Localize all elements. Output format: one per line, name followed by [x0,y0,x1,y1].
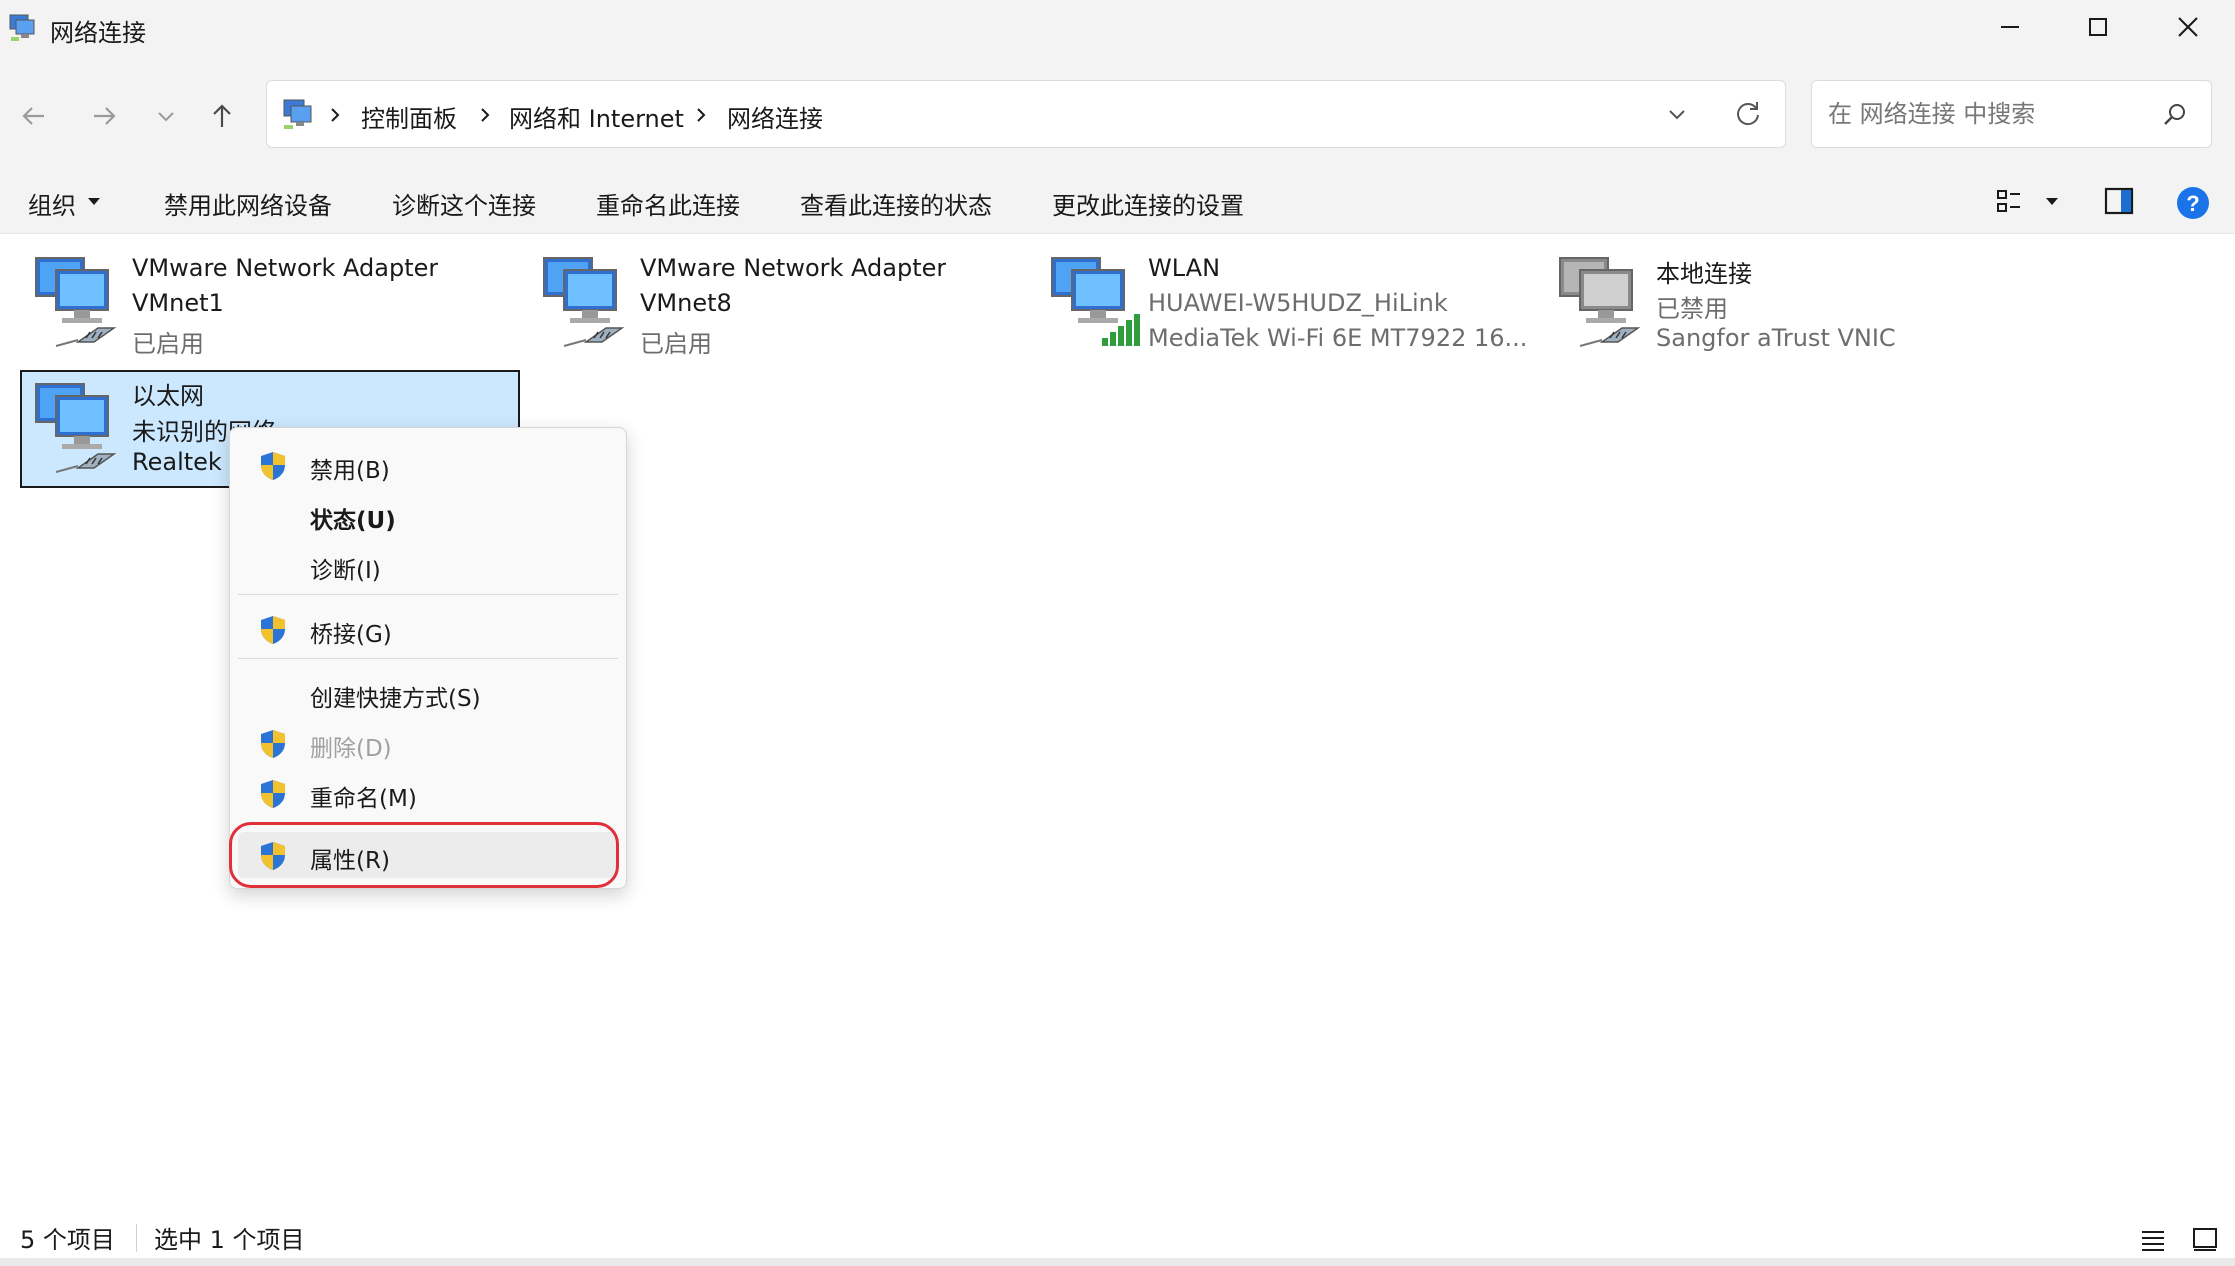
details-view-icon[interactable] [2138,1224,2168,1254]
maximize-icon [2089,18,2107,36]
bottom-edge-strip [0,1258,2235,1266]
arrow-up-icon [213,104,231,127]
connection-name: VMware Network Adapter [132,254,439,282]
uac-shield-icon [261,616,285,644]
connection-adapter: Sangfor aTrust VNIC [1656,324,1896,352]
search-box[interactable] [1811,80,2212,148]
view-connection-status-button[interactable]: 查看此连接的状态 [800,186,992,221]
wired-network-icon [543,257,625,347]
menu-item-rename[interactable]: 重命名(M) [238,770,618,816]
menu-item-delete: 删除(D) [238,720,618,766]
menu-item-label: 重命名(M) [310,786,417,812]
chevron-down-icon [158,112,174,122]
menu-item-label: 状态(U) [310,508,396,534]
connection-adapter: Realtek [132,448,222,476]
recent-locations-button[interactable] [144,94,188,138]
menu-item-create-shortcut[interactable]: 创建快捷方式(S) [238,670,618,716]
address-bar[interactable]: 控制面板 网络和 Internet 网络连接 [266,80,1786,148]
command-bar: 组织 禁用此网络设备 诊断这个连接 重命名此连接 查看此连接的状态 更改此连接的… [0,170,2235,234]
large-icons-view-icon[interactable] [2190,1224,2220,1254]
connection-status: 已启用 [640,330,712,358]
chevron-right-icon [697,108,706,122]
rename-connection-button[interactable]: 重命名此连接 [596,186,740,221]
organize-menu-button[interactable]: 组织 [28,186,76,221]
minimize-icon [2001,26,2019,28]
connection-tile-vmnet1[interactable]: VMware Network Adapter VMnet1 已启用 [20,244,520,362]
menu-item-diagnose[interactable]: 诊断(I) [238,542,618,588]
menu-item-bridge[interactable]: 桥接(G) [238,606,618,652]
breadcrumb-network-connections[interactable]: 网络连接 [727,99,823,134]
control-panel-icon [283,99,312,129]
change-view-icon[interactable] [1996,186,2026,216]
connection-tile-local[interactable]: 本地连接 已禁用 Sangfor aTrust VNIC [1544,244,2044,362]
connection-adapter: MediaTek Wi-Fi 6E MT7922 16... [1148,324,1528,352]
disable-device-button[interactable]: 禁用此网络设备 [164,186,332,221]
menu-separator [238,658,618,659]
menu-item-disable[interactable]: 禁用(B) [238,442,618,488]
menu-item-label: 禁用(B) [310,458,390,484]
item-count: 5 个项目 [20,1226,115,1254]
disabled-network-icon [1559,257,1641,347]
status-separator [136,1224,137,1252]
help-icon[interactable]: ? [2176,186,2210,220]
arrow-left-icon [22,107,44,125]
view-options-caret-icon[interactable] [2044,196,2060,208]
chevron-right-icon [481,108,490,122]
chevron-right-icon [331,108,340,122]
window-title: 网络连接 [50,19,146,47]
address-history-dropdown-icon[interactable] [1665,103,1689,127]
search-icon[interactable] [2161,101,2189,129]
menu-item-label: 删除(D) [310,736,392,762]
wired-network-icon [35,383,117,473]
context-menu: 禁用(B) 状态(U) 诊断(I) 桥接(G) 创建快捷方式(S) 删除(D) … [229,427,627,889]
menu-separator [238,594,618,595]
connection-network: VMnet8 [640,289,732,317]
annotation-highlight-ring [229,822,619,888]
wired-network-icon [35,257,117,347]
uac-shield-icon [261,780,285,808]
connection-name: WLAN [1148,254,1221,282]
wifi-network-icon [1051,257,1140,346]
menu-item-status[interactable]: 状态(U) [238,492,618,538]
connection-tile-wlan[interactable]: WLAN HUAWEI-W5HUDZ_HiLink MediaTek Wi-Fi… [1036,244,1536,362]
connection-network: VMnet1 [132,289,224,317]
up-button[interactable] [200,94,244,138]
network-connections-app-icon [9,14,35,41]
svg-text:?: ? [2186,191,2199,216]
caret-down-icon [88,198,100,205]
connection-name: VMware Network Adapter [640,254,947,282]
preview-pane-icon[interactable] [2104,186,2136,216]
diagnose-connection-button[interactable]: 诊断这个连接 [392,186,536,221]
connection-name: 以太网 [132,382,204,410]
back-button[interactable] [12,94,56,138]
breadcrumb-network-internet[interactable]: 网络和 Internet [509,99,684,134]
navigation-bar: 控制面板 网络和 Internet 网络连接 [0,60,2235,170]
connection-tile-vmnet8[interactable]: VMware Network Adapter VMnet8 已启用 [528,244,1028,362]
network-connections-window: 网络连接 控制面板 网络和 Internet 网络连接 在 网络连接 中搜索 组… [0,0,2235,1266]
connection-status: 已禁用 [1656,295,1728,323]
uac-shield-icon [261,730,285,758]
minimize-button[interactable] [1965,0,2055,54]
breadcrumb-control-panel[interactable]: 控制面板 [361,99,457,134]
selected-count: 选中 1 个项目 [154,1226,305,1254]
menu-item-label: 创建快捷方式(S) [310,686,481,712]
refresh-icon[interactable] [1733,99,1763,129]
title-bar: 网络连接 [0,0,2235,60]
menu-item-label: 诊断(I) [310,558,381,584]
close-icon [2178,17,2198,37]
maximize-button[interactable] [2053,0,2143,54]
arrow-right-icon [94,107,116,125]
connection-status: 已启用 [132,330,204,358]
search-input[interactable] [1828,95,2148,133]
uac-shield-icon [261,452,285,480]
connection-network: HUAWEI-W5HUDZ_HiLink [1148,289,1448,317]
forward-button[interactable] [82,94,126,138]
change-connection-settings-button[interactable]: 更改此连接的设置 [1052,186,1244,221]
connection-name: 本地连接 [1656,260,1752,288]
close-button[interactable] [2143,0,2233,54]
menu-item-label: 桥接(G) [310,622,392,648]
